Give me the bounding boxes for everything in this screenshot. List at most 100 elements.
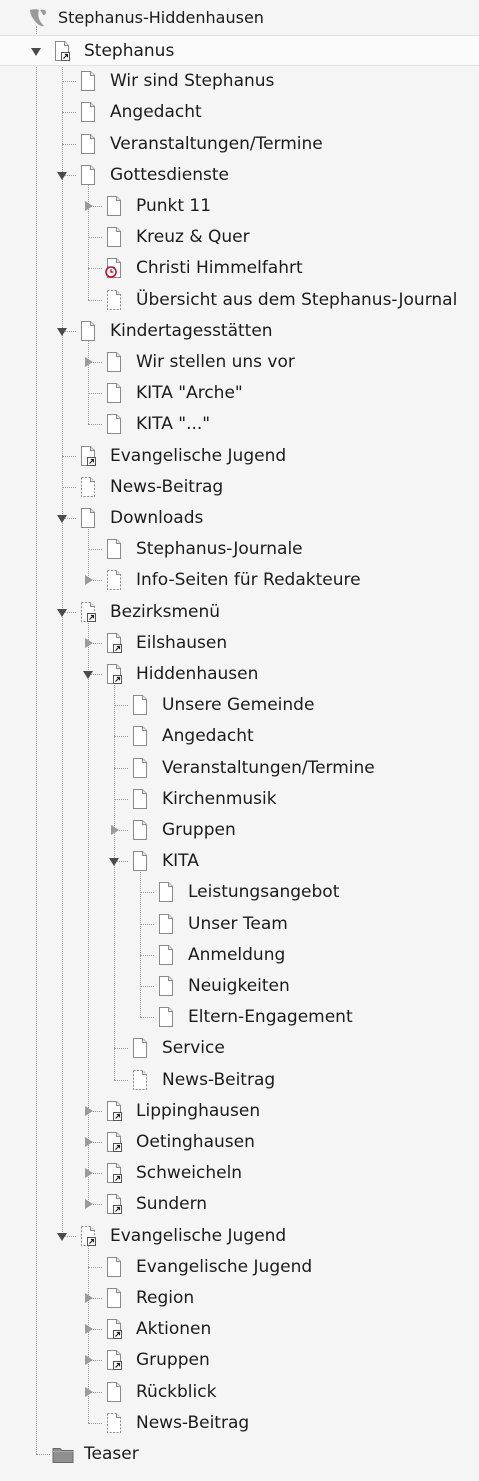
tree-node-punkt11[interactable]: Punkt 11: [0, 191, 479, 222]
page-icon: [105, 1381, 123, 1403]
tree-node-angedacht[interactable]: Angedacht: [0, 97, 479, 128]
tree-node-kreuz[interactable]: Kreuz & Quer: [0, 222, 479, 253]
tree-node-journale[interactable]: Stephanus-Journale: [0, 534, 479, 565]
shortcut-page-icon: [105, 1318, 123, 1340]
tree-node-service[interactable]: Service: [0, 1033, 479, 1064]
expand-toggle-icon[interactable]: [85, 1106, 93, 1116]
tree-node-unser-team[interactable]: Unser Team: [0, 909, 479, 940]
tree-node-kita[interactable]: KITA: [0, 846, 479, 877]
tree-node-label: Gruppen: [162, 820, 236, 840]
tree-node-eltern[interactable]: Eltern-Engagement: [0, 1002, 479, 1033]
tree-node-hiddenhausen[interactable]: Hiddenhausen: [0, 659, 479, 690]
tree-node-kitas[interactable]: Kindertagesstätten: [0, 316, 479, 347]
tree-node-leistungsangebot[interactable]: Leistungsangebot: [0, 877, 479, 908]
tree-node-downloads[interactable]: Downloads: [0, 503, 479, 534]
collapse-toggle-icon[interactable]: [57, 609, 67, 617]
page-icon: [105, 351, 123, 373]
tree-node-wir-sind[interactable]: Wir sind Stephanus: [0, 66, 479, 97]
expand-toggle-icon[interactable]: [85, 1387, 93, 1397]
expand-toggle-icon[interactable]: [85, 575, 93, 585]
collapse-toggle-icon[interactable]: [57, 1233, 67, 1241]
collapse-toggle-icon[interactable]: [83, 671, 93, 679]
tree-node-label: Kreuz & Quer: [136, 227, 250, 247]
tree-node-region[interactable]: Region: [0, 1283, 479, 1314]
tree-node-label: Teaser: [84, 1444, 139, 1464]
tree-node-label: Punkt 11: [136, 196, 212, 216]
collapse-toggle-icon[interactable]: [57, 328, 67, 336]
expand-toggle-icon[interactable]: [85, 1293, 93, 1303]
tree-node-kita-arche[interactable]: KITA "Arche": [0, 378, 479, 409]
page-icon: [105, 1256, 123, 1278]
collapse-toggle-icon[interactable]: [31, 48, 41, 56]
tree-node-label: News-Beitrag: [136, 1413, 250, 1433]
expand-toggle-icon[interactable]: [85, 1137, 93, 1147]
tree-node-neuigkeiten[interactable]: Neuigkeiten: [0, 971, 479, 1002]
tree-node-label: Eilshausen: [136, 633, 228, 653]
tree-node-evjugend3[interactable]: Evangelische Jugend: [0, 1252, 479, 1283]
expand-toggle-icon[interactable]: [85, 1168, 93, 1178]
expand-toggle-icon[interactable]: [85, 1355, 93, 1365]
tree-node-anmeldung[interactable]: Anmeldung: [0, 940, 479, 971]
tree-node-label: Info-Seiten für Redakteure: [136, 570, 361, 590]
tree-node-sundern[interactable]: Sundern: [0, 1189, 479, 1220]
tree-node-infoseiten[interactable]: Info-Seiten für Redakteure: [0, 565, 479, 596]
page-icon: [131, 757, 149, 779]
hidden-page-icon: [79, 476, 97, 498]
expand-toggle-icon[interactable]: [85, 1199, 93, 1209]
page-icon: [105, 413, 123, 435]
tree-node-label: Unsere Gemeinde: [162, 695, 315, 715]
page-icon: [157, 975, 175, 997]
root-label: Stephanus-Hiddenhausen: [58, 8, 264, 27]
collapse-toggle-icon[interactable]: [57, 172, 67, 180]
tree-node-angedacht2[interactable]: Angedacht: [0, 721, 479, 752]
expand-toggle-icon[interactable]: [85, 357, 93, 367]
page-icon: [131, 788, 149, 810]
tree-node-lippinghausen[interactable]: Lippinghausen: [0, 1096, 479, 1127]
tree-node-gruppen2[interactable]: Gruppen: [0, 1345, 479, 1376]
page-icon: [131, 694, 149, 716]
tree-node-stephanus[interactable]: Stephanus: [0, 35, 479, 66]
tree-node-gruppen1[interactable]: Gruppen: [0, 815, 479, 846]
tree-node-label: Veranstaltungen/Termine: [162, 758, 375, 778]
tree-node-label: Bezirksmenü: [110, 602, 221, 622]
tree-node-rueckblick[interactable]: Rückblick: [0, 1377, 479, 1408]
tree-node-label: Anmeldung: [188, 945, 286, 965]
tree-node-oetinghausen[interactable]: Oetinghausen: [0, 1127, 479, 1158]
collapse-toggle-icon[interactable]: [57, 515, 67, 523]
tree-node-veranstaltungen2[interactable]: Veranstaltungen/Termine: [0, 753, 479, 784]
tree-node-unsere-gemeinde[interactable]: Unsere Gemeinde: [0, 690, 479, 721]
tree-node-evjugend2[interactable]: Evangelische Jugend: [0, 1221, 479, 1252]
tree-node-eilshausen[interactable]: Eilshausen: [0, 628, 479, 659]
expand-toggle-icon[interactable]: [85, 201, 93, 211]
expand-toggle-icon[interactable]: [85, 1324, 93, 1334]
collapse-toggle-icon[interactable]: [109, 858, 119, 866]
tree-node-label: Evangelische Jugend: [110, 1226, 287, 1246]
tree-node-aktionen[interactable]: Aktionen: [0, 1314, 479, 1345]
shortcut-page-icon: [105, 1131, 123, 1153]
tree-node-kita-dots[interactable]: KITA "...": [0, 409, 479, 440]
tree-node-himmelfahrt[interactable]: Christi Himmelfahrt: [0, 253, 479, 284]
tree-node-evjugend1[interactable]: Evangelische Jugend: [0, 441, 479, 472]
shortcut-page-icon: [105, 632, 123, 654]
tree-node-label: Oetinghausen: [136, 1132, 255, 1152]
tree-node-uebersicht[interactable]: Übersicht aus dem Stephanus-Journal: [0, 285, 479, 316]
tree-root[interactable]: Stephanus-Hiddenhausen: [0, 3, 479, 34]
hidden-shortcut-page-icon: [79, 601, 97, 623]
tree-node-news3[interactable]: News-Beitrag: [0, 1408, 479, 1439]
tree-node-kirchenmusik[interactable]: Kirchenmusik: [0, 784, 479, 815]
tree-node-news2[interactable]: News-Beitrag: [0, 1065, 479, 1096]
tree-node-bezirksmenue[interactable]: Bezirksmenü: [0, 597, 479, 628]
expand-toggle-icon[interactable]: [85, 638, 93, 648]
expand-toggle-icon[interactable]: [111, 825, 119, 835]
page-icon: [105, 226, 123, 248]
tree-node-wirstellen[interactable]: Wir stellen uns vor: [0, 347, 479, 378]
tree-node-veranstaltungen[interactable]: Veranstaltungen/Termine: [0, 129, 479, 160]
tree-node-gottesdienste[interactable]: Gottesdienste: [0, 160, 479, 191]
page-icon: [79, 164, 97, 186]
tree-node-teaser[interactable]: Teaser: [0, 1439, 479, 1470]
tree-node-label: Neuigkeiten: [188, 976, 290, 996]
tree-node-label: Hiddenhausen: [136, 664, 259, 684]
tree-node-news1[interactable]: News-Beitrag: [0, 472, 479, 503]
tree-node-schweicheln[interactable]: Schweicheln: [0, 1158, 479, 1189]
page-icon: [105, 382, 123, 404]
